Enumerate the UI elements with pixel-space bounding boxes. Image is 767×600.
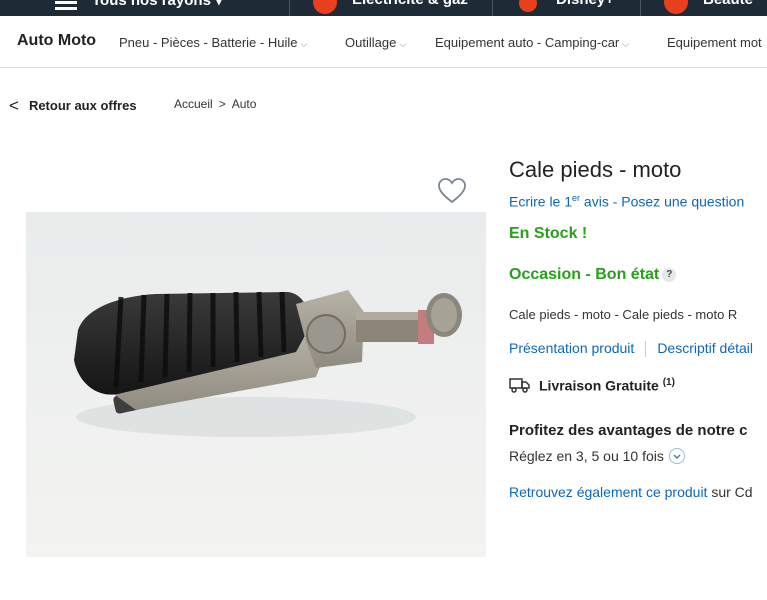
promo-heading: Profitez des avantages de notre c [509, 422, 748, 439]
reviews-link[interactable]: Ecrire le 1er avis - Posez une question [509, 193, 744, 210]
top-navigation-bar: Tous nos rayons ▾ Electricité & gaz Disn… [0, 0, 767, 16]
chevron-down-icon: ▾ [215, 0, 223, 9]
help-icon[interactable]: ? [662, 267, 677, 282]
short-description: Cale pieds - moto - Cale pieds - moto R [509, 307, 738, 322]
review-suffix: avis - Posez une question [580, 193, 745, 210]
chevron-down-icon: ⌵ [300, 39, 308, 49]
divider [645, 341, 647, 358]
all-departments-menu[interactable]: Tous nos rayons ▾ [92, 0, 223, 9]
installments-info: Réglez en 3, 5 ou 10 fois [509, 448, 685, 465]
category-brand-auto-moto[interactable]: Auto Moto [17, 32, 96, 50]
footpeg-illustration [74, 290, 462, 437]
condition-label: Occasion - Bon état [509, 266, 660, 283]
divider [640, 0, 641, 16]
details-link[interactable]: Descriptif détail [657, 340, 753, 356]
product-condition: Occasion - Bon état? [509, 266, 677, 284]
product-section-links: Présentation produit Descriptif détail [509, 340, 753, 358]
divider [289, 0, 290, 16]
back-to-offers-label: Retour aux offres [28, 98, 137, 113]
heart-icon[interactable] [437, 177, 467, 205]
also-available-link[interactable]: Retrouvez également ce produit [509, 484, 707, 500]
chevron-down-icon: ⌵ [622, 39, 630, 49]
breadcrumb-home[interactable]: Accueil [174, 97, 213, 111]
also-available-suffix: sur Cd [707, 484, 753, 500]
divider [492, 0, 493, 16]
chevron-down-icon: ⌵ [399, 39, 407, 49]
all-departments-label: Tous nos rayons [92, 0, 211, 9]
category-label: Outillage [345, 35, 397, 50]
review-superscript: er [572, 193, 581, 203]
also-available-info: Retrouvez également ce produit sur Cd [509, 484, 753, 500]
free-delivery-info: Livraison Gratuite (1) [509, 377, 675, 395]
category-moto-equipment[interactable]: Equipement mot [667, 35, 762, 50]
review-prefix: Ecrire le 1 [509, 193, 573, 210]
category-label: Pneu - Pièces - Batterie - Huile [119, 35, 298, 50]
menu-icon[interactable] [55, 0, 77, 10]
category-car-equipment[interactable]: Equipement auto - Camping-car ⌵ [435, 35, 629, 50]
topbar-item-energy[interactable]: Electricité & gaz [352, 0, 468, 8]
back-to-offers-link[interactable]: < Retour aux offres [9, 95, 137, 115]
installments-label: Réglez en 3, 5 ou 10 fois [509, 448, 664, 464]
product-title: Cale pieds - moto [509, 157, 682, 182]
disney-logo-icon [519, 0, 537, 12]
chevron-down-icon[interactable] [668, 448, 685, 465]
truck-icon [509, 378, 530, 393]
presentation-link[interactable]: Présentation produit [509, 340, 634, 356]
breadcrumb-auto[interactable]: Auto [232, 97, 257, 111]
category-tools[interactable]: Outillage ⌵ [345, 35, 406, 50]
stock-status: En Stock ! [509, 225, 588, 242]
category-navigation: Auto Moto Pneu - Pièces - Batterie - Hui… [0, 16, 767, 68]
category-label: Equipement mot [667, 35, 762, 50]
beauty-logo-icon [664, 0, 688, 14]
breadcrumb-separator: > [218, 97, 226, 111]
chevron-left-icon: < [9, 96, 19, 115]
category-label: Equipement auto - Camping-car [435, 35, 620, 50]
category-tires-parts[interactable]: Pneu - Pièces - Batterie - Huile ⌵ [119, 35, 307, 50]
breadcrumb: Accueil > Auto [174, 97, 256, 111]
product-image[interactable] [26, 212, 486, 557]
delivery-label: Livraison Gratuite [539, 377, 659, 394]
energy-logo-icon [313, 0, 337, 14]
topbar-item-beauty[interactable]: Beauté [703, 0, 753, 8]
topbar-item-disney[interactable]: Disney+ [556, 0, 614, 8]
delivery-footnote: (1) [662, 377, 675, 388]
